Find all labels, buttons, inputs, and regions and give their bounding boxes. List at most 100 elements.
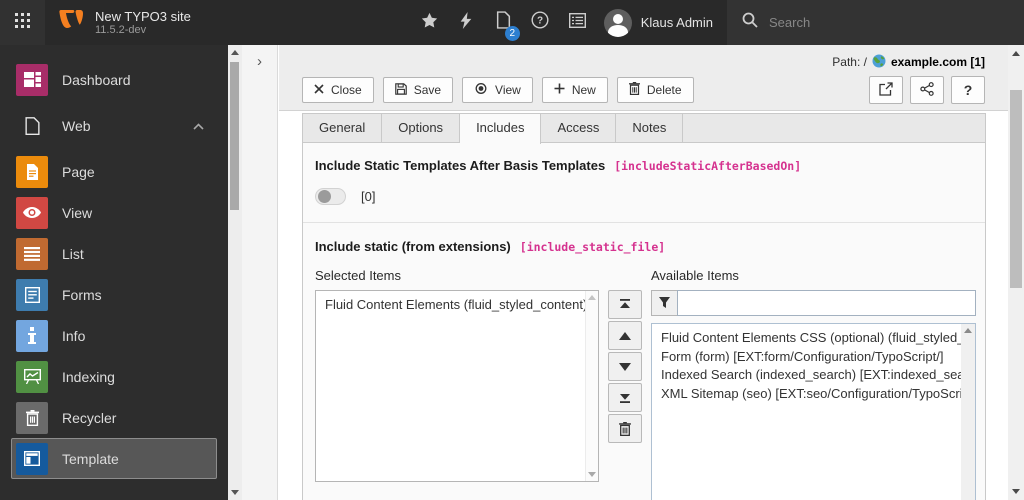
docheader: Path: / example.com [1] Close Save View	[279, 45, 1008, 111]
scrollbar-thumb[interactable]	[1010, 90, 1022, 288]
sidebar-item-recycler[interactable]: Recycler	[11, 397, 217, 438]
sidebar-item-label: Info	[62, 327, 86, 344]
save-button[interactable]: Save	[382, 77, 454, 103]
recycler-icon	[16, 401, 48, 434]
available-items-listbox[interactable]: Fluid Content Elements CSS (optional) (f…	[651, 323, 976, 500]
view-button[interactable]: View	[462, 77, 533, 103]
forms-icon	[16, 278, 48, 311]
toolbar-search	[727, 0, 1024, 45]
svg-text:?: ?	[537, 16, 543, 27]
page-path-value: example.com [1]	[890, 55, 985, 69]
info-icon	[16, 319, 48, 352]
sidebar-item-template[interactable]: Template	[11, 438, 217, 479]
web-icon	[16, 110, 48, 142]
field-label: Include static (from extensions)	[315, 239, 511, 254]
scroll-down-arrow-icon[interactable]	[231, 490, 239, 495]
move-down-button[interactable]	[608, 352, 642, 381]
scroll-up-arrow-icon[interactable]	[588, 295, 596, 300]
topbar-toolbar: 2 ? Klaus Admin	[411, 0, 1024, 45]
scrollbar-thumb[interactable]	[230, 62, 239, 210]
expand-pagetree-button[interactable]: ›	[250, 52, 270, 72]
eye-icon	[16, 196, 48, 229]
opened-documents-button[interactable]: 2	[485, 0, 522, 45]
share-button[interactable]	[910, 76, 944, 104]
save-icon	[394, 82, 407, 98]
typo3-logo	[57, 8, 85, 38]
available-items-filter-input[interactable]	[677, 290, 976, 316]
toggle-row: [0]	[315, 188, 973, 205]
selected-item[interactable]: Fluid Content Elements (fluid_styled_con…	[316, 291, 598, 312]
sidebar-item-dashboard[interactable]: Dashboard	[11, 59, 217, 100]
scroll-up-arrow-icon[interactable]	[1012, 51, 1020, 56]
scroll-down-arrow-icon[interactable]	[588, 472, 596, 477]
bookmarks-button[interactable]	[411, 0, 448, 45]
open-in-new-window-button[interactable]	[869, 76, 903, 104]
help-button[interactable]: ?	[522, 0, 559, 45]
opened-documents-badge: 2	[504, 26, 520, 41]
button-label: Delete	[646, 83, 682, 97]
tab-access[interactable]: Access	[541, 114, 617, 142]
close-button[interactable]: Close	[302, 77, 374, 103]
user-menu[interactable]: Klaus Admin	[596, 0, 727, 45]
close-icon	[314, 83, 324, 97]
move-up-button[interactable]	[608, 321, 642, 350]
available-item[interactable]: Indexed Search (indexed_search) [EXT:ind…	[652, 366, 975, 385]
filter-button[interactable]	[651, 290, 677, 316]
scroll-up-arrow-icon[interactable]	[964, 328, 972, 333]
sidebar-group-label: Web	[62, 117, 91, 134]
move-down-icon	[619, 362, 631, 371]
content-scrollbar[interactable]	[1008, 45, 1024, 500]
tab-general[interactable]: General	[303, 114, 383, 142]
module-menu-scrollbar[interactable]	[228, 45, 242, 500]
available-item[interactable]: Fluid Content Elements CSS (optional) (f…	[652, 329, 975, 348]
sidebar-item-label: Page	[62, 163, 95, 180]
search-input[interactable]	[767, 14, 1009, 31]
sidebar-item-forms[interactable]: Forms	[11, 274, 217, 315]
listbox-scrollbar[interactable]	[585, 291, 598, 481]
open-in-new-window-icon	[879, 81, 893, 99]
tab-includes[interactable]: Includes	[460, 114, 542, 144]
move-to-top-icon	[619, 299, 631, 310]
tab-notes[interactable]: Notes	[616, 114, 684, 142]
clear-cache-bolt-icon	[460, 11, 472, 34]
sidebar-item-view[interactable]: View	[11, 192, 217, 233]
modules-toggle-button[interactable]	[0, 0, 45, 45]
help-icon: ?	[531, 11, 549, 34]
button-label: New	[571, 83, 596, 97]
sidebar-item-list[interactable]: List	[11, 233, 217, 274]
move-to-bottom-button[interactable]	[608, 383, 642, 412]
help-docheader-button[interactable]: ?	[951, 76, 985, 104]
list-icon	[16, 237, 48, 270]
selected-items-column: Selected Items Fluid Content Elements (f…	[315, 268, 599, 500]
scroll-up-arrow-icon[interactable]	[231, 50, 239, 55]
move-to-top-button[interactable]	[608, 290, 642, 319]
move-to-bottom-icon	[619, 392, 631, 403]
listbox-scrollbar[interactable]	[961, 324, 975, 500]
button-label: View	[495, 83, 521, 97]
available-item[interactable]: XML Sitemap (seo) [EXT:seo/Configuration…	[652, 385, 975, 404]
remove-item-button[interactable]	[608, 414, 642, 443]
scroll-down-arrow-icon[interactable]	[1012, 489, 1020, 494]
tab-options[interactable]: Options	[382, 114, 461, 142]
system-information-icon	[568, 12, 586, 33]
delete-button[interactable]: Delete	[616, 77, 694, 103]
transfer-buttons-column	[608, 268, 642, 500]
sidebar-item-label: List	[62, 245, 84, 262]
selected-items-listbox[interactable]: Fluid Content Elements (fluid_styled_con…	[315, 290, 599, 482]
available-items-label: Available Items	[651, 268, 739, 283]
globe-icon	[872, 54, 886, 71]
system-information-button[interactable]	[559, 0, 596, 45]
sidebar-item-info[interactable]: Info	[11, 315, 217, 356]
available-item[interactable]: Form (form) [EXT:form/Configuration/Typo…	[652, 348, 975, 367]
sidebar-item-page[interactable]: Page	[11, 151, 217, 192]
field-label: Include Static Templates After Basis Tem…	[315, 158, 606, 173]
available-items-list: Fluid Content Elements CSS (optional) (f…	[652, 324, 975, 403]
brand[interactable]: New TYPO3 site 11.5.2-dev	[45, 0, 203, 45]
sidebar-group-web[interactable]: Web	[11, 105, 217, 146]
avatar	[603, 8, 632, 37]
sidebar-item-indexing[interactable]: Indexing	[11, 356, 217, 397]
include-static-after-toggle[interactable]	[315, 188, 346, 205]
new-button[interactable]: New	[541, 77, 608, 103]
sidebar-item-label: Dashboard	[62, 71, 131, 88]
clear-cache-button[interactable]	[448, 0, 485, 45]
